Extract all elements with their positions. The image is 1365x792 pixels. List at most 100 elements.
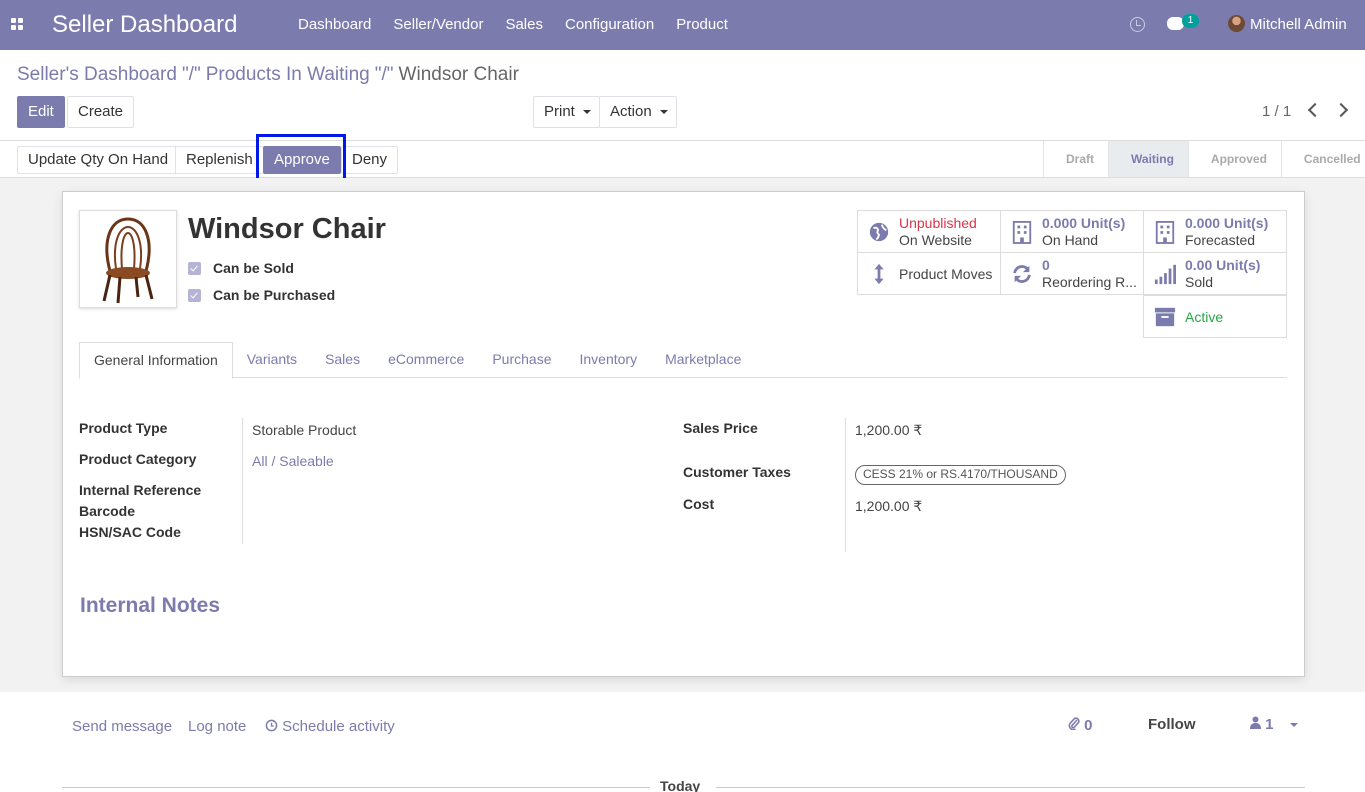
active-label: Active — [1185, 309, 1224, 325]
pager-value[interactable]: 1 / 1 — [1262, 103, 1291, 120]
sales-price-label: Sales Price — [683, 420, 758, 436]
forecasted-value: 0.000 Unit(s) — [1185, 215, 1269, 231]
create-button[interactable]: Create — [67, 96, 135, 128]
product-category-value[interactable]: All / Saleable — [252, 453, 334, 469]
user-menu[interactable]: Mitchell Admin — [1250, 16, 1347, 33]
cost-label: Cost — [683, 496, 715, 512]
menu-configuration[interactable]: Configuration — [554, 0, 665, 50]
stage-approved[interactable]: Approved — [1187, 141, 1281, 177]
building-icon — [1012, 221, 1032, 244]
globe-icon — [869, 222, 889, 242]
cost-value[interactable]: 1,200.00 ₹ — [855, 498, 922, 515]
followers-dropdown[interactable]: 1 — [1250, 716, 1298, 733]
main-menu: Dashboard Seller/Vendor Sales Configurat… — [287, 0, 739, 50]
menu-sales[interactable]: Sales — [494, 0, 554, 50]
deny-button[interactable]: Deny — [341, 146, 399, 174]
on-hand-smart-button[interactable]: 0.000 Unit(s) On Hand — [1000, 210, 1144, 253]
replenish-button[interactable]: Replenish — [175, 146, 264, 174]
product-type-value[interactable]: Storable Product — [252, 422, 356, 438]
website-smart-button[interactable]: Unpublished On Website — [857, 210, 1001, 253]
user-avatar[interactable] — [1228, 15, 1245, 32]
breadcrumb-separator: "/" — [181, 64, 201, 85]
stage-cancelled[interactable]: Cancelled — [1280, 141, 1365, 177]
tab-ecommerce[interactable]: eCommerce — [374, 342, 478, 378]
refresh-icon — [1013, 265, 1031, 283]
schedule-activity-button[interactable]: Schedule activity — [265, 718, 395, 735]
customer-taxes-label: Customer Taxes — [683, 464, 791, 480]
print-label: Print — [544, 103, 575, 120]
chevron-down-icon — [1289, 723, 1298, 728]
tab-purchase[interactable]: Purchase — [478, 342, 565, 378]
field-divider — [242, 418, 243, 544]
product-moves-label: Product Moves — [899, 266, 993, 282]
product-moves-smart-button[interactable]: Product Moves — [857, 252, 1001, 295]
can-be-sold-label: Can be Sold — [213, 260, 294, 276]
menu-seller-vendor[interactable]: Seller/Vendor — [382, 0, 494, 50]
pager-previous-icon[interactable] — [1307, 102, 1323, 118]
barcode-label: Barcode — [79, 503, 136, 519]
website-status: Unpublished — [899, 215, 977, 231]
action-label: Action — [610, 103, 652, 120]
sold-label: Sold — [1185, 274, 1214, 290]
arrows-v-icon — [874, 263, 884, 285]
stage-pipeline: Draft Waiting Approved Cancelled — [1043, 141, 1365, 177]
log-note-button[interactable]: Log note — [188, 718, 246, 735]
tab-inventory[interactable]: Inventory — [566, 342, 652, 378]
print-dropdown[interactable]: Print — [533, 96, 600, 128]
forecasted-smart-button[interactable]: 0.000 Unit(s) Forecasted — [1143, 210, 1287, 253]
activity-clock-icon[interactable] — [1130, 17, 1145, 32]
website-label: On Website — [899, 232, 972, 248]
hsn-code-label: HSN/SAC Code — [79, 524, 181, 540]
bar-chart-icon — [1154, 264, 1176, 285]
reordering-value: 0 — [1042, 257, 1050, 273]
date-divider — [716, 787, 1305, 788]
tab-marketplace[interactable]: Marketplace — [651, 342, 755, 378]
sold-smart-button[interactable]: 0.00 Unit(s) Sold — [1143, 252, 1287, 295]
active-toggle-button[interactable]: Active — [1143, 295, 1287, 338]
chevron-down-icon — [582, 110, 591, 115]
pager-next-icon[interactable] — [1333, 102, 1349, 118]
tab-variants[interactable]: Variants — [233, 342, 311, 378]
message-count-badge: 1 — [1182, 14, 1199, 28]
follow-button[interactable]: Follow — [1148, 716, 1196, 733]
sales-price-value[interactable]: 1,200.00 ₹ — [855, 422, 922, 439]
user-icon — [1250, 716, 1261, 729]
product-type-label: Product Type — [79, 420, 168, 436]
apps-menu-icon[interactable] — [11, 18, 25, 32]
on-hand-value: 0.000 Unit(s) — [1042, 215, 1126, 231]
send-message-button[interactable]: Send message — [72, 718, 172, 735]
chair-image — [102, 217, 154, 304]
archive-icon — [1154, 307, 1176, 327]
attachments-button[interactable]: 0 — [1068, 716, 1093, 734]
can-be-purchased-checkbox[interactable] — [188, 289, 201, 302]
clock-icon — [265, 719, 278, 732]
approve-highlight-frame — [256, 134, 346, 182]
breadcrumb-item-waiting[interactable]: Products In Waiting — [206, 64, 370, 85]
action-dropdown[interactable]: Action — [599, 96, 677, 128]
breadcrumb: Seller's Dashboard "/" Products In Waiting… — [17, 64, 519, 86]
reordering-smart-button[interactable]: 0 Reordering R... — [1000, 252, 1144, 295]
product-image[interactable] — [79, 210, 177, 308]
can-be-sold-checkbox[interactable] — [188, 262, 201, 275]
date-separator-label: Today — [660, 778, 701, 792]
app-brand-title[interactable]: Seller Dashboard — [52, 11, 237, 39]
tab-general-information[interactable]: General Information — [79, 342, 233, 379]
can-be-purchased-label: Can be Purchased — [213, 287, 336, 303]
building-icon — [1155, 221, 1175, 244]
product-name[interactable]: Windsor Chair — [188, 213, 386, 246]
top-navbar: Seller Dashboard Dashboard Seller/Vendor… — [0, 0, 1365, 50]
menu-product[interactable]: Product — [665, 0, 739, 50]
schedule-activity-label: Schedule activity — [282, 718, 395, 735]
stage-waiting[interactable]: Waiting — [1108, 141, 1188, 177]
notebook-tabs: General Information Variants Sales eComm… — [79, 342, 1287, 379]
breadcrumb-separator: "/" — [374, 64, 394, 85]
breadcrumb-item-dashboard[interactable]: Seller's Dashboard — [17, 64, 177, 85]
customer-tax-tag[interactable]: CESS 21% or RS.4170/THOUSAND — [855, 465, 1066, 485]
update-qty-button[interactable]: Update Qty On Hand — [17, 146, 180, 174]
chevron-down-icon — [659, 110, 668, 115]
edit-button[interactable]: Edit — [17, 96, 65, 128]
menu-dashboard[interactable]: Dashboard — [287, 0, 382, 50]
on-hand-label: On Hand — [1042, 232, 1099, 248]
tab-sales[interactable]: Sales — [311, 342, 374, 378]
stage-draft[interactable]: Draft — [1043, 141, 1108, 177]
